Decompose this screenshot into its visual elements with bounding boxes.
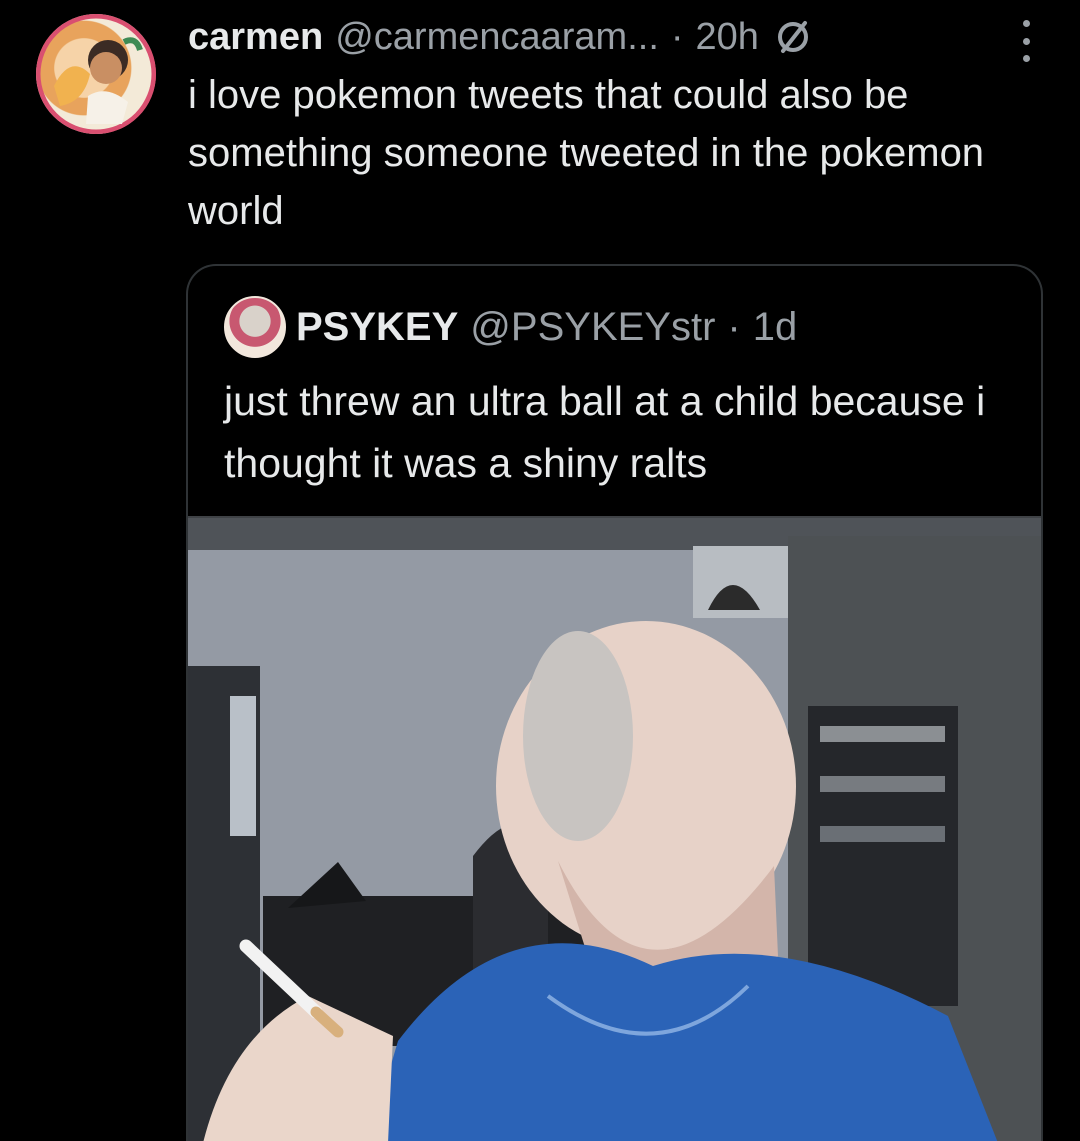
author-name[interactable]: carmen [188, 16, 323, 59]
quoted-tweet-header: PSYKEY @PSYKEYstr · 1d [296, 296, 797, 358]
more-options-icon[interactable] [1018, 20, 1034, 62]
quoted-tweet-card[interactable]: PSYKEY @PSYKEYstr · 1d just threw an ult… [186, 264, 1043, 1141]
quoted-tweet-time[interactable]: 1d [753, 305, 798, 350]
quoted-tweet-media[interactable] [188, 516, 1041, 1141]
quoted-author-name[interactable]: PSYKEY [296, 305, 458, 350]
tweet-header: carmen @carmencaaram... · 20h [188, 12, 1048, 62]
tweet-time[interactable]: 20h [696, 16, 759, 59]
quoted-author-handle[interactable]: @PSYKEYstr [470, 305, 715, 350]
header-separator: · [670, 15, 684, 58]
quoted-author-avatar[interactable] [224, 296, 286, 358]
ghost-slash-icon [771, 15, 815, 59]
tweet-text: i love pokemon tweets that could also be… [188, 73, 985, 233]
author-avatar[interactable] [36, 14, 156, 134]
author-handle[interactable]: @carmencaaram... [335, 16, 659, 59]
quoted-header-separator: · [727, 304, 741, 349]
quoted-tweet-text: just threw an ultra ball at a child beca… [224, 378, 986, 486]
